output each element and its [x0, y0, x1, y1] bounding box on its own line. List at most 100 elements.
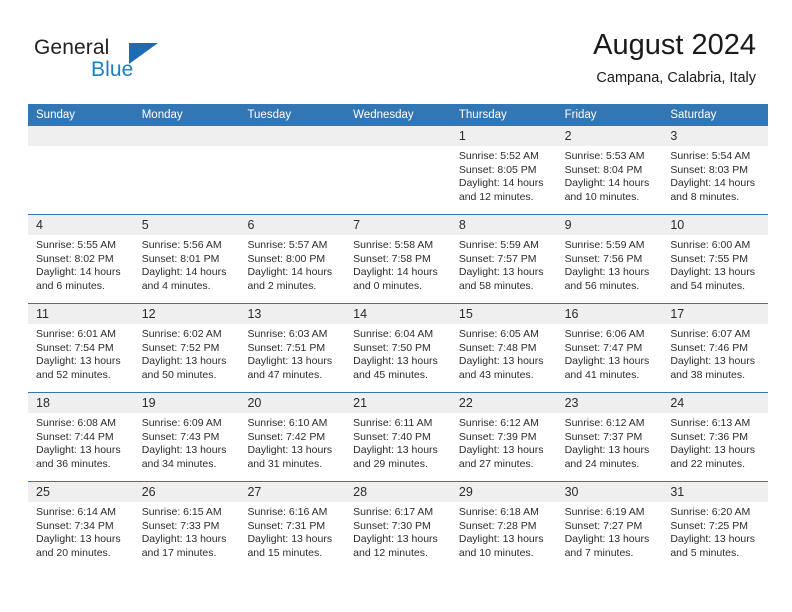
day-number-band: 21: [345, 393, 451, 413]
calendar-weeks: 1 Sunrise: 5:52 AM Sunset: 8:05 PM Daylight…: [28, 126, 769, 571]
day-cell[interactable]: 26 Sunrise: 6:15 AM Sunset: 7:33 PM Dayligh…: [133, 482, 240, 571]
day-number: 4: [36, 218, 43, 232]
daylight-text: Daylight: 13 hours and 47 minutes.: [247, 355, 333, 381]
day-number-band: 19: [133, 393, 240, 413]
day-cell[interactable]: 24 Sunrise: 6:13 AM Sunset: 7:36 PM Dayligh…: [662, 393, 769, 481]
day-number-band: 11: [28, 304, 134, 324]
day-info: Sunrise: 6:12 AM Sunset: 7:37 PM Daylight:…: [557, 413, 663, 471]
day-number-band: 16: [556, 304, 663, 324]
day-number-band: 7: [345, 215, 451, 235]
daylight-text: Daylight: 14 hours and 4 minutes.: [141, 266, 227, 292]
day-number: 28: [353, 485, 368, 499]
daylight-text: Daylight: 13 hours and 20 minutes.: [36, 533, 121, 559]
day-info: Sunrise: 5:57 AM Sunset: 8:00 PM Daylight:…: [239, 235, 345, 293]
day-number: 26: [141, 485, 156, 499]
day-cell[interactable]: 30 Sunrise: 6:19 AM Sunset: 7:27 PM Dayligh…: [556, 482, 663, 571]
day-cell[interactable]: 18 Sunrise: 6:08 AM Sunset: 7:44 PM Dayligh…: [28, 393, 134, 481]
day-info: Sunrise: 5:59 AM Sunset: 7:57 PM Daylight:…: [451, 235, 557, 293]
day-number: 14: [353, 307, 368, 321]
day-cell[interactable]: 12 Sunrise: 6:02 AM Sunset: 7:52 PM Dayligh…: [133, 304, 240, 392]
sunrise-text: Sunrise: 5:59 AM: [458, 239, 539, 251]
brand-name-general: General: [34, 36, 110, 59]
day-number: 23: [564, 396, 579, 410]
sunrise-text: Sunrise: 5:54 AM: [670, 150, 751, 162]
daylight-text: Daylight: 14 hours and 2 minutes.: [247, 266, 333, 292]
day-number-band: 10: [662, 215, 769, 235]
sunrise-text: Sunrise: 6:15 AM: [141, 506, 222, 518]
day-cell[interactable]: 13 Sunrise: 6:03 AM Sunset: 7:51 PM Dayligh…: [239, 304, 346, 392]
day-number: 24: [670, 396, 685, 410]
weekday-header-saturday: Saturday: [670, 109, 717, 121]
day-cell[interactable]: 2 Sunrise: 5:53 AM Sunset: 8:04 PM Daylight…: [556, 126, 663, 214]
day-cell[interactable]: 14 Sunrise: 6:04 AM Sunset: 7:50 PM Dayligh…: [345, 304, 451, 392]
daylight-text: Daylight: 13 hours and 10 minutes.: [458, 533, 544, 559]
day-cell[interactable]: 8 Sunrise: 5:59 AM Sunset: 7:57 PM Daylight…: [450, 215, 557, 303]
day-number-band: 28: [345, 482, 451, 502]
daylight-text: Daylight: 13 hours and 38 minutes.: [670, 355, 755, 381]
day-info: Sunrise: 6:04 AM Sunset: 7:50 PM Daylight:…: [345, 324, 451, 382]
day-info: Sunrise: 6:11 AM Sunset: 7:40 PM Daylight:…: [345, 413, 451, 471]
day-cell[interactable]: 9 Sunrise: 5:59 AM Sunset: 7:56 PM Daylight…: [556, 215, 663, 303]
brand-logo[interactable]: General Blue: [34, 36, 264, 88]
sunset-text: Sunset: 7:30 PM: [353, 519, 431, 532]
day-cell[interactable]: 23 Sunrise: 6:12 AM Sunset: 7:37 PM Dayligh…: [556, 393, 663, 481]
day-cell[interactable]: 5 Sunrise: 5:56 AM Sunset: 8:01 PM Daylight…: [133, 215, 240, 303]
sunrise-text: Sunrise: 6:12 AM: [458, 417, 539, 429]
day-cell[interactable]: 11 Sunrise: 6:01 AM Sunset: 7:54 PM Dayligh…: [28, 304, 134, 392]
day-cell-empty: [239, 126, 346, 214]
daylight-text: Daylight: 13 hours and 56 minutes.: [564, 266, 650, 292]
day-cell[interactable]: 7 Sunrise: 5:58 AM Sunset: 7:58 PM Daylight…: [345, 215, 451, 303]
day-cell[interactable]: 10 Sunrise: 6:00 AM Sunset: 7:55 PM Dayligh…: [662, 215, 769, 303]
day-number-band: 24: [662, 393, 769, 413]
sunset-text: Sunset: 7:42 PM: [247, 430, 326, 443]
calendar-grid: Sunday Monday Tuesday Wednesday Thursday…: [28, 104, 769, 571]
day-info: Sunrise: 6:19 AM Sunset: 7:27 PM Daylight:…: [557, 502, 663, 560]
day-cell[interactable]: 16 Sunrise: 6:06 AM Sunset: 7:47 PM Dayligh…: [556, 304, 663, 392]
day-cell[interactable]: 15 Sunrise: 6:05 AM Sunset: 7:48 PM Dayligh…: [450, 304, 557, 392]
daylight-text: Daylight: 13 hours and 36 minutes.: [36, 444, 121, 470]
day-cell[interactable]: 1 Sunrise: 5:52 AM Sunset: 8:05 PM Daylight…: [450, 126, 557, 214]
daylight-text: Daylight: 13 hours and 43 minutes.: [458, 355, 544, 381]
sunrise-text: Sunrise: 6:07 AM: [670, 328, 751, 340]
day-number: 18: [36, 396, 50, 410]
sunset-text: Sunset: 7:56 PM: [564, 252, 643, 265]
page-header: General Blue August 2024 Campana, Calabr…: [0, 0, 792, 100]
day-cell[interactable]: 28 Sunrise: 6:17 AM Sunset: 7:30 PM Dayligh…: [345, 482, 451, 571]
sunrise-text: Sunrise: 6:02 AM: [141, 328, 222, 340]
sunset-text: Sunset: 8:02 PM: [36, 252, 114, 265]
sunrise-text: Sunrise: 5:59 AM: [564, 239, 645, 251]
day-cell[interactable]: 3 Sunrise: 5:54 AM Sunset: 8:03 PM Daylight…: [662, 126, 769, 214]
sunrise-text: Sunrise: 6:11 AM: [353, 417, 433, 429]
sunrise-text: Sunrise: 6:10 AM: [247, 417, 328, 429]
day-info: Sunrise: 6:17 AM Sunset: 7:30 PM Daylight:…: [345, 502, 451, 560]
sunrise-text: Sunrise: 6:18 AM: [458, 506, 539, 518]
day-cell[interactable]: 29 Sunrise: 6:18 AM Sunset: 7:28 PM Dayligh…: [450, 482, 557, 571]
day-cell[interactable]: 31 Sunrise: 6:20 AM Sunset: 7:25 PM Dayligh…: [662, 482, 769, 571]
title-block: August 2024 Campana, Calabria, Italy: [593, 28, 756, 88]
day-number: 12: [141, 307, 156, 321]
day-number: 15: [458, 307, 473, 321]
day-number-band: 3: [662, 126, 769, 146]
sunset-text: Sunset: 7:51 PM: [247, 341, 326, 354]
day-cell[interactable]: 22 Sunrise: 6:12 AM Sunset: 7:39 PM Dayligh…: [450, 393, 557, 481]
day-number-band: 20: [239, 393, 346, 413]
day-number: 31: [670, 485, 685, 499]
sunset-text: Sunset: 7:57 PM: [458, 252, 537, 265]
day-cell[interactable]: 4 Sunrise: 5:55 AM Sunset: 8:02 PM Daylight…: [28, 215, 134, 303]
sunrise-text: Sunrise: 6:04 AM: [353, 328, 434, 340]
day-cell[interactable]: 19 Sunrise: 6:09 AM Sunset: 7:43 PM Dayligh…: [133, 393, 240, 481]
sunrise-text: Sunrise: 5:55 AM: [36, 239, 116, 251]
day-cell[interactable]: 25 Sunrise: 6:14 AM Sunset: 7:34 PM Dayligh…: [28, 482, 134, 571]
day-cell[interactable]: 17 Sunrise: 6:07 AM Sunset: 7:46 PM Dayligh…: [662, 304, 769, 392]
day-cell[interactable]: 20 Sunrise: 6:10 AM Sunset: 7:42 PM Dayligh…: [239, 393, 346, 481]
weekday-header-thursday: Thursday: [458, 109, 507, 121]
day-number: 7: [353, 218, 361, 232]
day-cell[interactable]: 27 Sunrise: 6:16 AM Sunset: 7:31 PM Dayligh…: [239, 482, 346, 571]
sunrise-text: Sunrise: 6:05 AM: [458, 328, 539, 340]
day-number: 30: [564, 485, 579, 499]
daylight-text: Daylight: 13 hours and 15 minutes.: [247, 533, 333, 559]
day-cell[interactable]: 6 Sunrise: 5:57 AM Sunset: 8:00 PM Daylight…: [239, 215, 346, 303]
sunset-text: Sunset: 7:54 PM: [36, 341, 114, 354]
day-cell[interactable]: 21 Sunrise: 6:11 AM Sunset: 7:40 PM Dayligh…: [345, 393, 451, 481]
day-number-band: 22: [450, 393, 557, 413]
